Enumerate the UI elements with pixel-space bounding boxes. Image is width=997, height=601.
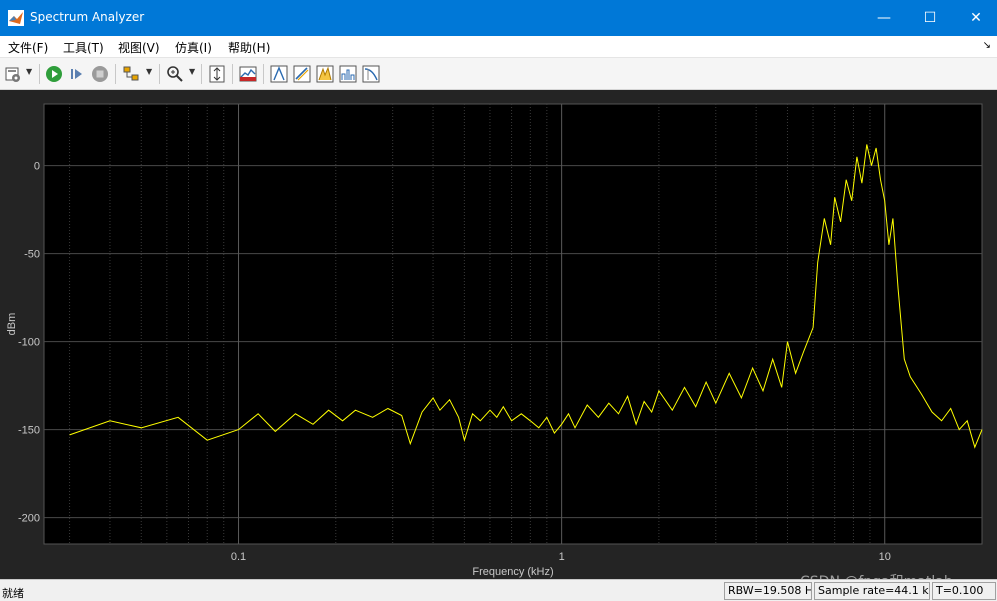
y-tick-label: -100 <box>18 337 40 349</box>
x-tick-label: 10 <box>879 551 891 563</box>
x-axis-ticks: 0.1 1 10 <box>231 551 891 563</box>
channel-measure-icon[interactable] <box>339 65 357 83</box>
plot-area[interactable] <box>43 103 983 545</box>
peak-finder-icon[interactable] <box>316 65 334 83</box>
status-text: 就绪 <box>2 587 24 600</box>
time-readout: T=0.100 <box>932 582 996 600</box>
zoom-icon[interactable] <box>166 65 184 83</box>
measurement-icon[interactable] <box>270 65 288 83</box>
cursor-icon[interactable] <box>293 65 311 83</box>
toolbar-separator <box>232 64 233 84</box>
settings-icon[interactable] <box>4 65 22 83</box>
maximize-icon: ☐ <box>923 10 937 26</box>
y-tick-label: -50 <box>24 249 40 261</box>
menu-file[interactable]: 文件(F) <box>8 39 48 56</box>
maximize-button[interactable]: ☐ <box>907 0 953 36</box>
menu-help[interactable]: 帮助(H) <box>228 39 270 56</box>
toolbar-separator <box>201 64 202 84</box>
rbw-readout: RBW=19.508 Hz <box>724 582 812 600</box>
menu-tools[interactable]: 工具(T) <box>63 39 104 56</box>
toolbar-separator <box>39 64 40 84</box>
stop-icon[interactable] <box>91 65 109 83</box>
spectrum-settings-icon[interactable] <box>239 65 257 83</box>
spectrum-chart[interactable]: 0 -50 -100 -150 -200 0.1 1 10 dBm Frequency (k… <box>0 90 997 579</box>
menu-bar: 文件(F) 工具(T) 视图(V) 仿真(I) 帮助(H) ↘ <box>0 36 997 58</box>
y-tick-label: -150 <box>18 425 40 437</box>
y-tick-label: -200 <box>18 513 40 525</box>
toolbar-separator <box>263 64 264 84</box>
step-icon[interactable] <box>68 65 86 83</box>
y-axis-label: dBm <box>6 313 18 336</box>
menu-view[interactable]: 视图(V) <box>118 39 160 56</box>
toolbar: ▼ ▼ ▼ <box>0 58 997 90</box>
x-tick-label: 1 <box>559 551 565 563</box>
matlab-logo-icon <box>8 10 24 26</box>
x-axis-label: Frequency (kHz) <box>472 566 553 578</box>
window-title: Spectrum Analyzer <box>30 10 145 24</box>
sample-rate-readout: Sample rate=44.1 kHz <box>814 582 930 600</box>
zoom-dropdown-icon[interactable]: ▼ <box>189 67 195 76</box>
x-tick-label: 0.1 <box>231 551 246 563</box>
scale-axes-icon[interactable] <box>208 65 226 83</box>
menu-simulation[interactable]: 仿真(I) <box>175 39 212 56</box>
y-tick-label: 0 <box>34 161 40 173</box>
toolbar-separator <box>115 64 116 84</box>
minimize-icon: — <box>877 10 891 26</box>
signal-dropdown-icon[interactable]: ▼ <box>146 67 152 76</box>
close-button[interactable]: ✕ <box>953 0 997 36</box>
settings-dropdown-icon[interactable]: ▼ <box>26 67 32 76</box>
status-bar: 就绪 RBW=19.508 Hz Sample rate=44.1 kHz T=… <box>0 579 997 601</box>
signal-select-icon[interactable] <box>122 65 140 83</box>
spectrum-analyzer-window: Spectrum Analyzer — ☐ ✕ 文件(F) 工具(T) 视图(V… <box>0 0 997 601</box>
minimize-button[interactable]: — <box>861 0 907 36</box>
close-icon: ✕ <box>970 10 982 26</box>
toolbar-separator <box>159 64 160 84</box>
collapse-arrow-icon[interactable]: ↘ <box>983 40 991 51</box>
distortion-icon[interactable] <box>362 65 380 83</box>
run-icon[interactable] <box>45 65 63 83</box>
title-bar: Spectrum Analyzer — ☐ ✕ <box>0 0 997 36</box>
y-axis-ticks: 0 -50 -100 -150 -200 <box>18 161 40 525</box>
